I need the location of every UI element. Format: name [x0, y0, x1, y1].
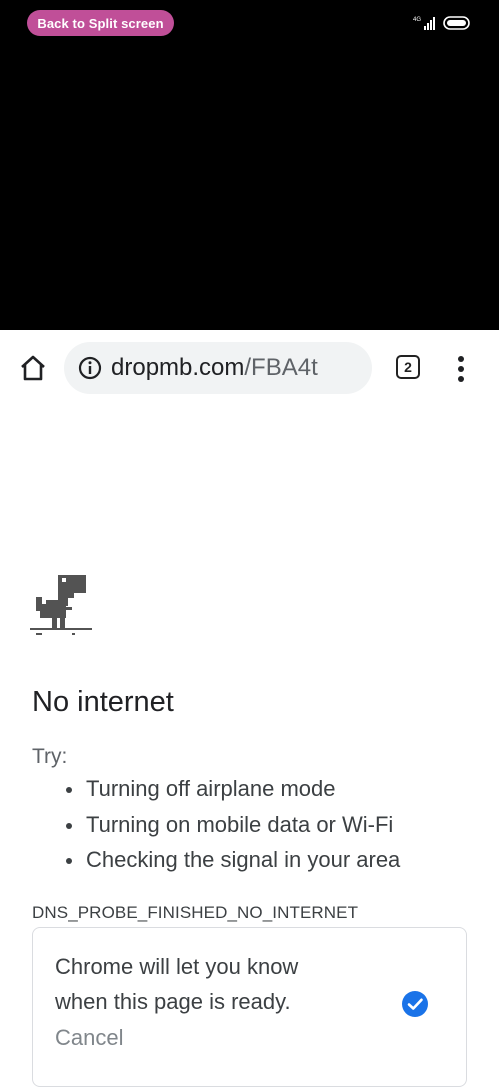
tab-count: 2 — [404, 359, 412, 375]
check-circle-icon — [402, 991, 428, 1017]
info-icon[interactable] — [78, 356, 102, 380]
page-title: No internet — [32, 686, 174, 718]
url-bar[interactable]: dropmb.com/FBA4t — [64, 342, 372, 394]
battery-icon — [443, 16, 470, 30]
network-type-label: 4G — [413, 17, 421, 23]
page-ready-notice-card: Chrome will let you know when this page … — [32, 927, 467, 1087]
notice-text: when this page is ready. — [55, 989, 291, 1014]
url-domain: dropmb.com — [111, 354, 245, 381]
suggestion-item: Checking the signal in your area — [66, 845, 400, 881]
try-label: Try: — [32, 745, 68, 768]
signal-icon: 4G — [413, 17, 435, 30]
url-text[interactable]: dropmb.com/FBA4t — [111, 354, 318, 382]
split-screen-top-pane: Back to Split screen 4G — [0, 0, 499, 330]
more-vert-icon[interactable] — [454, 354, 468, 384]
notice-text: Chrome will let you know — [55, 954, 299, 979]
status-bar: 4G — [413, 14, 471, 32]
url-path: /FBA4t — [244, 354, 318, 381]
browser-toolbar: dropmb.com/FBA4t 2 — [0, 330, 499, 406]
error-code: DNS_PROBE_FINISHED_NO_INTERNET — [32, 903, 359, 922]
suggestion-item: Turning off airplane mode — [66, 774, 400, 810]
suggestion-item: Turning on mobile data or Wi-Fi — [66, 810, 400, 846]
suggestion-list: Turning off airplane mode Turning on mob… — [66, 774, 400, 881]
tab-switcher-button[interactable]: 2 — [396, 355, 420, 379]
home-icon[interactable] — [18, 354, 48, 382]
dinosaur-icon — [30, 575, 92, 635]
back-to-split-screen-button[interactable]: Back to Split screen — [27, 10, 174, 36]
cancel-button[interactable]: Cancel — [55, 1025, 123, 1051]
